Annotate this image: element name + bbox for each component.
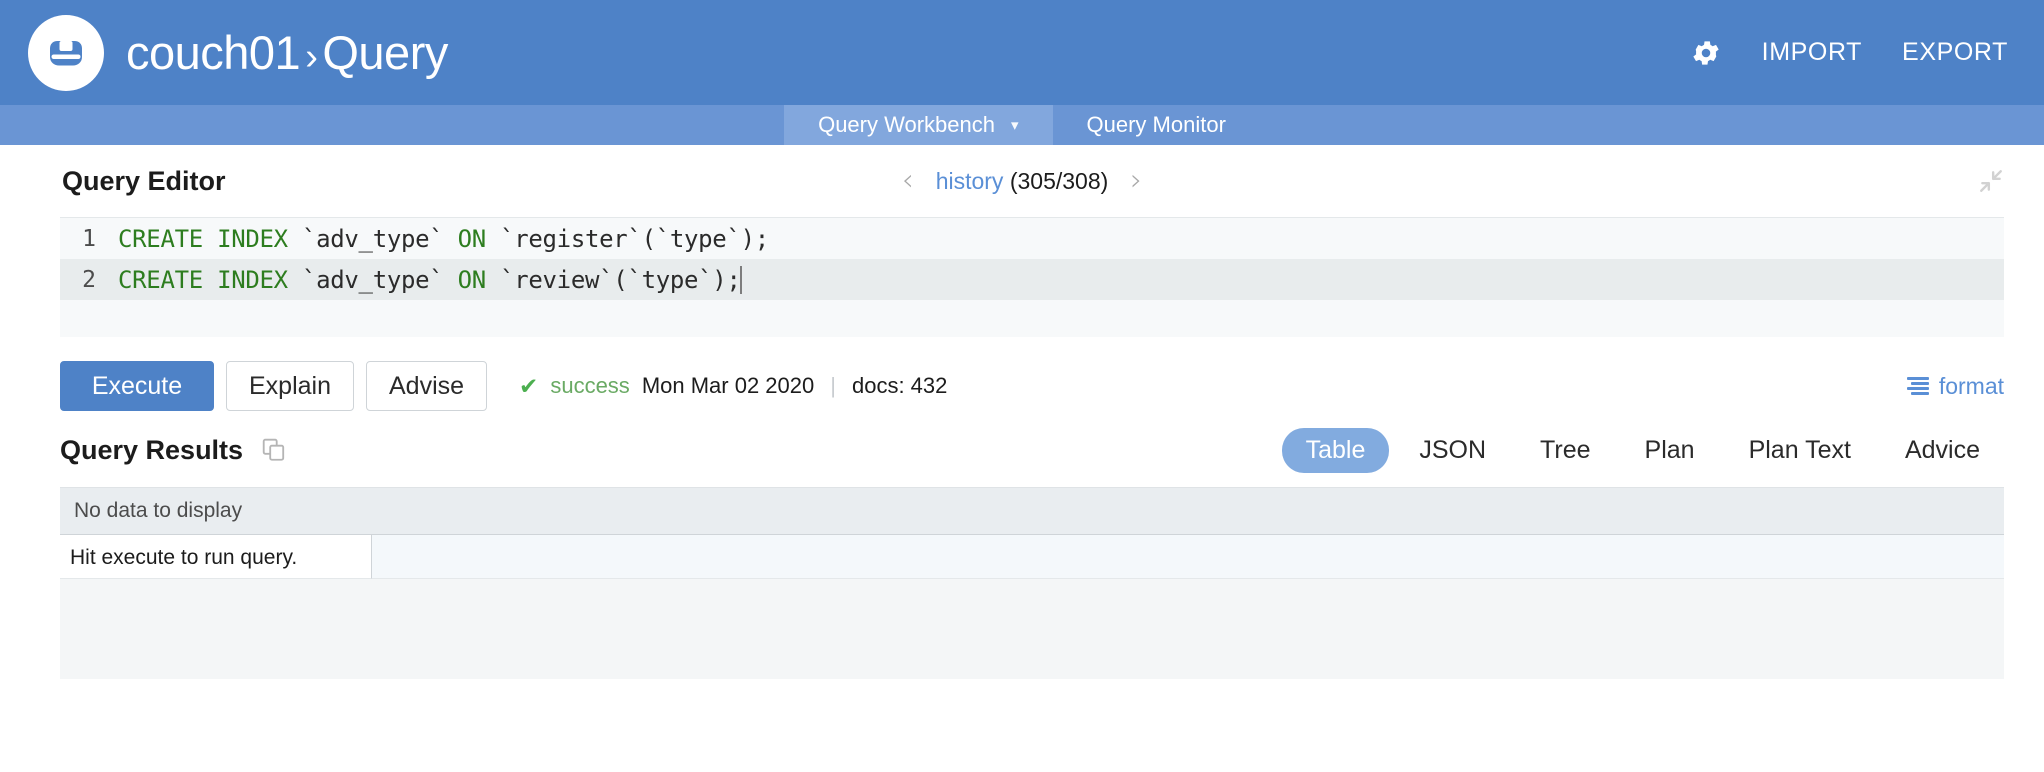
format-label: format: [1938, 372, 2004, 399]
explain-button[interactable]: Explain: [226, 361, 354, 411]
text-cursor: [739, 265, 742, 294]
code-line-text: CREATE INDEX `adv_type` ON `register`(`t…: [118, 224, 769, 253]
copy-icon[interactable]: [261, 437, 287, 463]
query-editor-header: Query Editor ‹ history (305/308) ›: [0, 145, 2044, 217]
brand-separator: ›: [305, 36, 318, 78]
editor-actions: Execute Explain Advise ✔ success Mon Mar…: [0, 337, 2044, 413]
execute-button[interactable]: Execute: [60, 361, 214, 411]
status-separator: |: [830, 373, 836, 398]
no-data-message: No data to display: [60, 488, 2004, 535]
editor-empty-area[interactable]: [60, 300, 2004, 337]
main-content: Query Editor ‹ history (305/308) › 1 CRE…: [0, 145, 2044, 679]
results-tab-plan-text[interactable]: Plan Text: [1725, 428, 1875, 473]
format-lines-icon: [1906, 377, 1929, 395]
status-badge: success: [550, 373, 630, 398]
status-timestamp: Mon Mar 02 2020: [641, 373, 815, 398]
check-icon: ✔: [519, 372, 539, 399]
query-status: ✔ success Mon Mar 02 2020 | docs: 432: [519, 373, 947, 399]
tab-query-monitor-label: Query Monitor: [1086, 112, 1226, 137]
query-editor[interactable]: 1 CREATE INDEX `adv_type` ON `register`(…: [60, 217, 2004, 337]
results-cell-message: Hit execute to run query.: [60, 535, 372, 579]
advise-button[interactable]: Advise: [366, 361, 488, 411]
results-tab-plan[interactable]: Plan: [1621, 428, 1719, 473]
import-button[interactable]: IMPORT: [1762, 38, 1862, 67]
main-tabstrip: Query Workbench ▾ Query Monitor: [0, 105, 2044, 145]
results-empty-area: [60, 579, 2004, 679]
line-number: 2: [82, 266, 96, 293]
query-results-panel: No data to display Hit execute to run qu…: [60, 487, 2004, 679]
results-cell-empty: [372, 535, 2004, 579]
results-tab-table[interactable]: Table: [1281, 427, 1390, 473]
format-button[interactable]: format: [1906, 372, 2004, 400]
export-button[interactable]: EXPORT: [1902, 38, 2008, 67]
results-tab-json[interactable]: JSON: [1395, 428, 1510, 473]
query-results-header: Query Results Table JSON Tree Plan Plan …: [0, 413, 2044, 487]
page-title: couch01 › Query: [126, 25, 448, 80]
collapse-icon[interactable]: [1978, 168, 2004, 194]
code-line: 1 CREATE INDEX `adv_type` ON `register`(…: [60, 218, 2004, 259]
brand-page: Query: [322, 26, 448, 79]
couchbase-logo-icon: [28, 14, 104, 91]
results-tab-tree[interactable]: Tree: [1516, 428, 1614, 473]
tab-query-workbench[interactable]: Query Workbench ▾: [784, 105, 1053, 145]
history-link[interactable]: history: [936, 168, 1004, 194]
query-results-title: Query Results: [60, 434, 244, 465]
tab-query-workbench-label: Query Workbench: [818, 112, 995, 137]
chevron-right-icon[interactable]: ›: [1130, 166, 1142, 196]
results-tab-advice[interactable]: Advice: [1881, 428, 2004, 473]
brand: couch01 › Query: [28, 14, 448, 91]
results-view-tabs: Table JSON Tree Plan Plan Text Advice: [1281, 427, 2004, 473]
chevron-left-icon[interactable]: ‹: [902, 166, 914, 196]
status-docs-count: docs: 432: [851, 373, 948, 398]
brand-bucket: couch01: [126, 26, 301, 79]
gear-icon[interactable]: [1690, 37, 1722, 69]
line-number: 1: [82, 225, 96, 252]
app-header: couch01 › Query IMPORT EXPORT: [0, 0, 2044, 105]
code-line: 2 CREATE INDEX `adv_type` ON `review`(`t…: [60, 259, 2004, 300]
query-editor-title: Query Editor: [62, 165, 226, 196]
history-navigator: ‹ history (305/308) ›: [0, 166, 2044, 196]
code-line-text: CREATE INDEX `adv_type` ON `review`(`typ…: [118, 265, 742, 294]
history-label: history (305/308): [936, 168, 1109, 195]
chevron-down-icon[interactable]: ▾: [1011, 116, 1019, 134]
tab-query-monitor[interactable]: Query Monitor: [1053, 105, 1260, 145]
history-counter: (305/308): [1009, 167, 1109, 194]
results-table: Hit execute to run query.: [60, 535, 2004, 579]
header-actions: IMPORT EXPORT: [1690, 37, 2008, 69]
